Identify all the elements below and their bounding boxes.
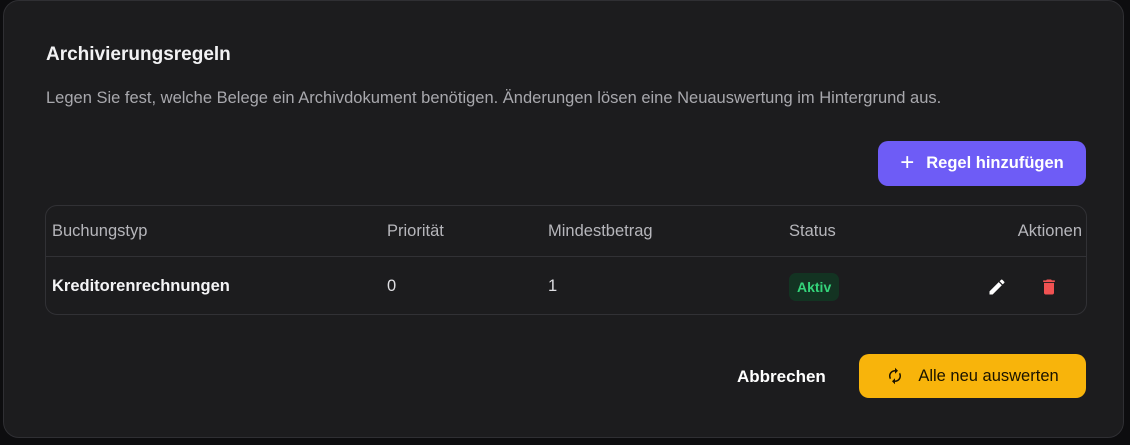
header-buchungstyp: Buchungstyp bbox=[52, 222, 148, 240]
row-actions bbox=[986, 258, 1060, 314]
pencil-icon bbox=[989, 278, 1005, 294]
add-rule-button[interactable]: + Regel hinzufügen bbox=[878, 141, 1086, 186]
add-rule-label: Regel hinzufügen bbox=[926, 154, 1064, 172]
edit-button[interactable] bbox=[986, 276, 1008, 298]
cell-prioritaet: 0 bbox=[387, 277, 397, 295]
table-row: Kreditorenrechnungen 0 1 Aktiv bbox=[46, 258, 1086, 314]
header-mindestbetrag: Mindestbetrag bbox=[548, 222, 653, 240]
table-header: Buchungstyp Priorität Mindestbetrag Stat… bbox=[46, 206, 1086, 257]
cell-mindestbetrag: 1 bbox=[548, 277, 558, 295]
rules-table: Buchungstyp Priorität Mindestbetrag Stat… bbox=[45, 205, 1087, 315]
header-prioritaet: Priorität bbox=[387, 222, 444, 240]
refresh-icon bbox=[889, 367, 902, 385]
cell-buchungstyp: Kreditorenrechnungen bbox=[52, 277, 230, 295]
trash-icon bbox=[1043, 279, 1055, 294]
header-aktionen: Aktionen bbox=[1017, 222, 1082, 240]
plus-icon: + bbox=[900, 148, 915, 176]
reevaluate-label: Alle neu auswerten bbox=[918, 366, 1059, 385]
cancel-button[interactable]: Abbrechen bbox=[737, 355, 826, 399]
archive-rules-dialog: Archivierungsregeln Legen Sie fest, welc… bbox=[3, 0, 1124, 438]
header-status: Status bbox=[789, 222, 836, 240]
status-badge: Aktiv bbox=[789, 272, 840, 301]
cell-status: Aktiv bbox=[789, 258, 840, 314]
delete-button[interactable] bbox=[1038, 276, 1060, 298]
dialog-subtitle: Legen Sie fest, welche Belege ein Archiv… bbox=[46, 89, 942, 107]
reevaluate-all-button[interactable]: Alle neu auswerten bbox=[859, 354, 1086, 398]
dialog-title: Archivierungsregeln bbox=[46, 44, 231, 65]
